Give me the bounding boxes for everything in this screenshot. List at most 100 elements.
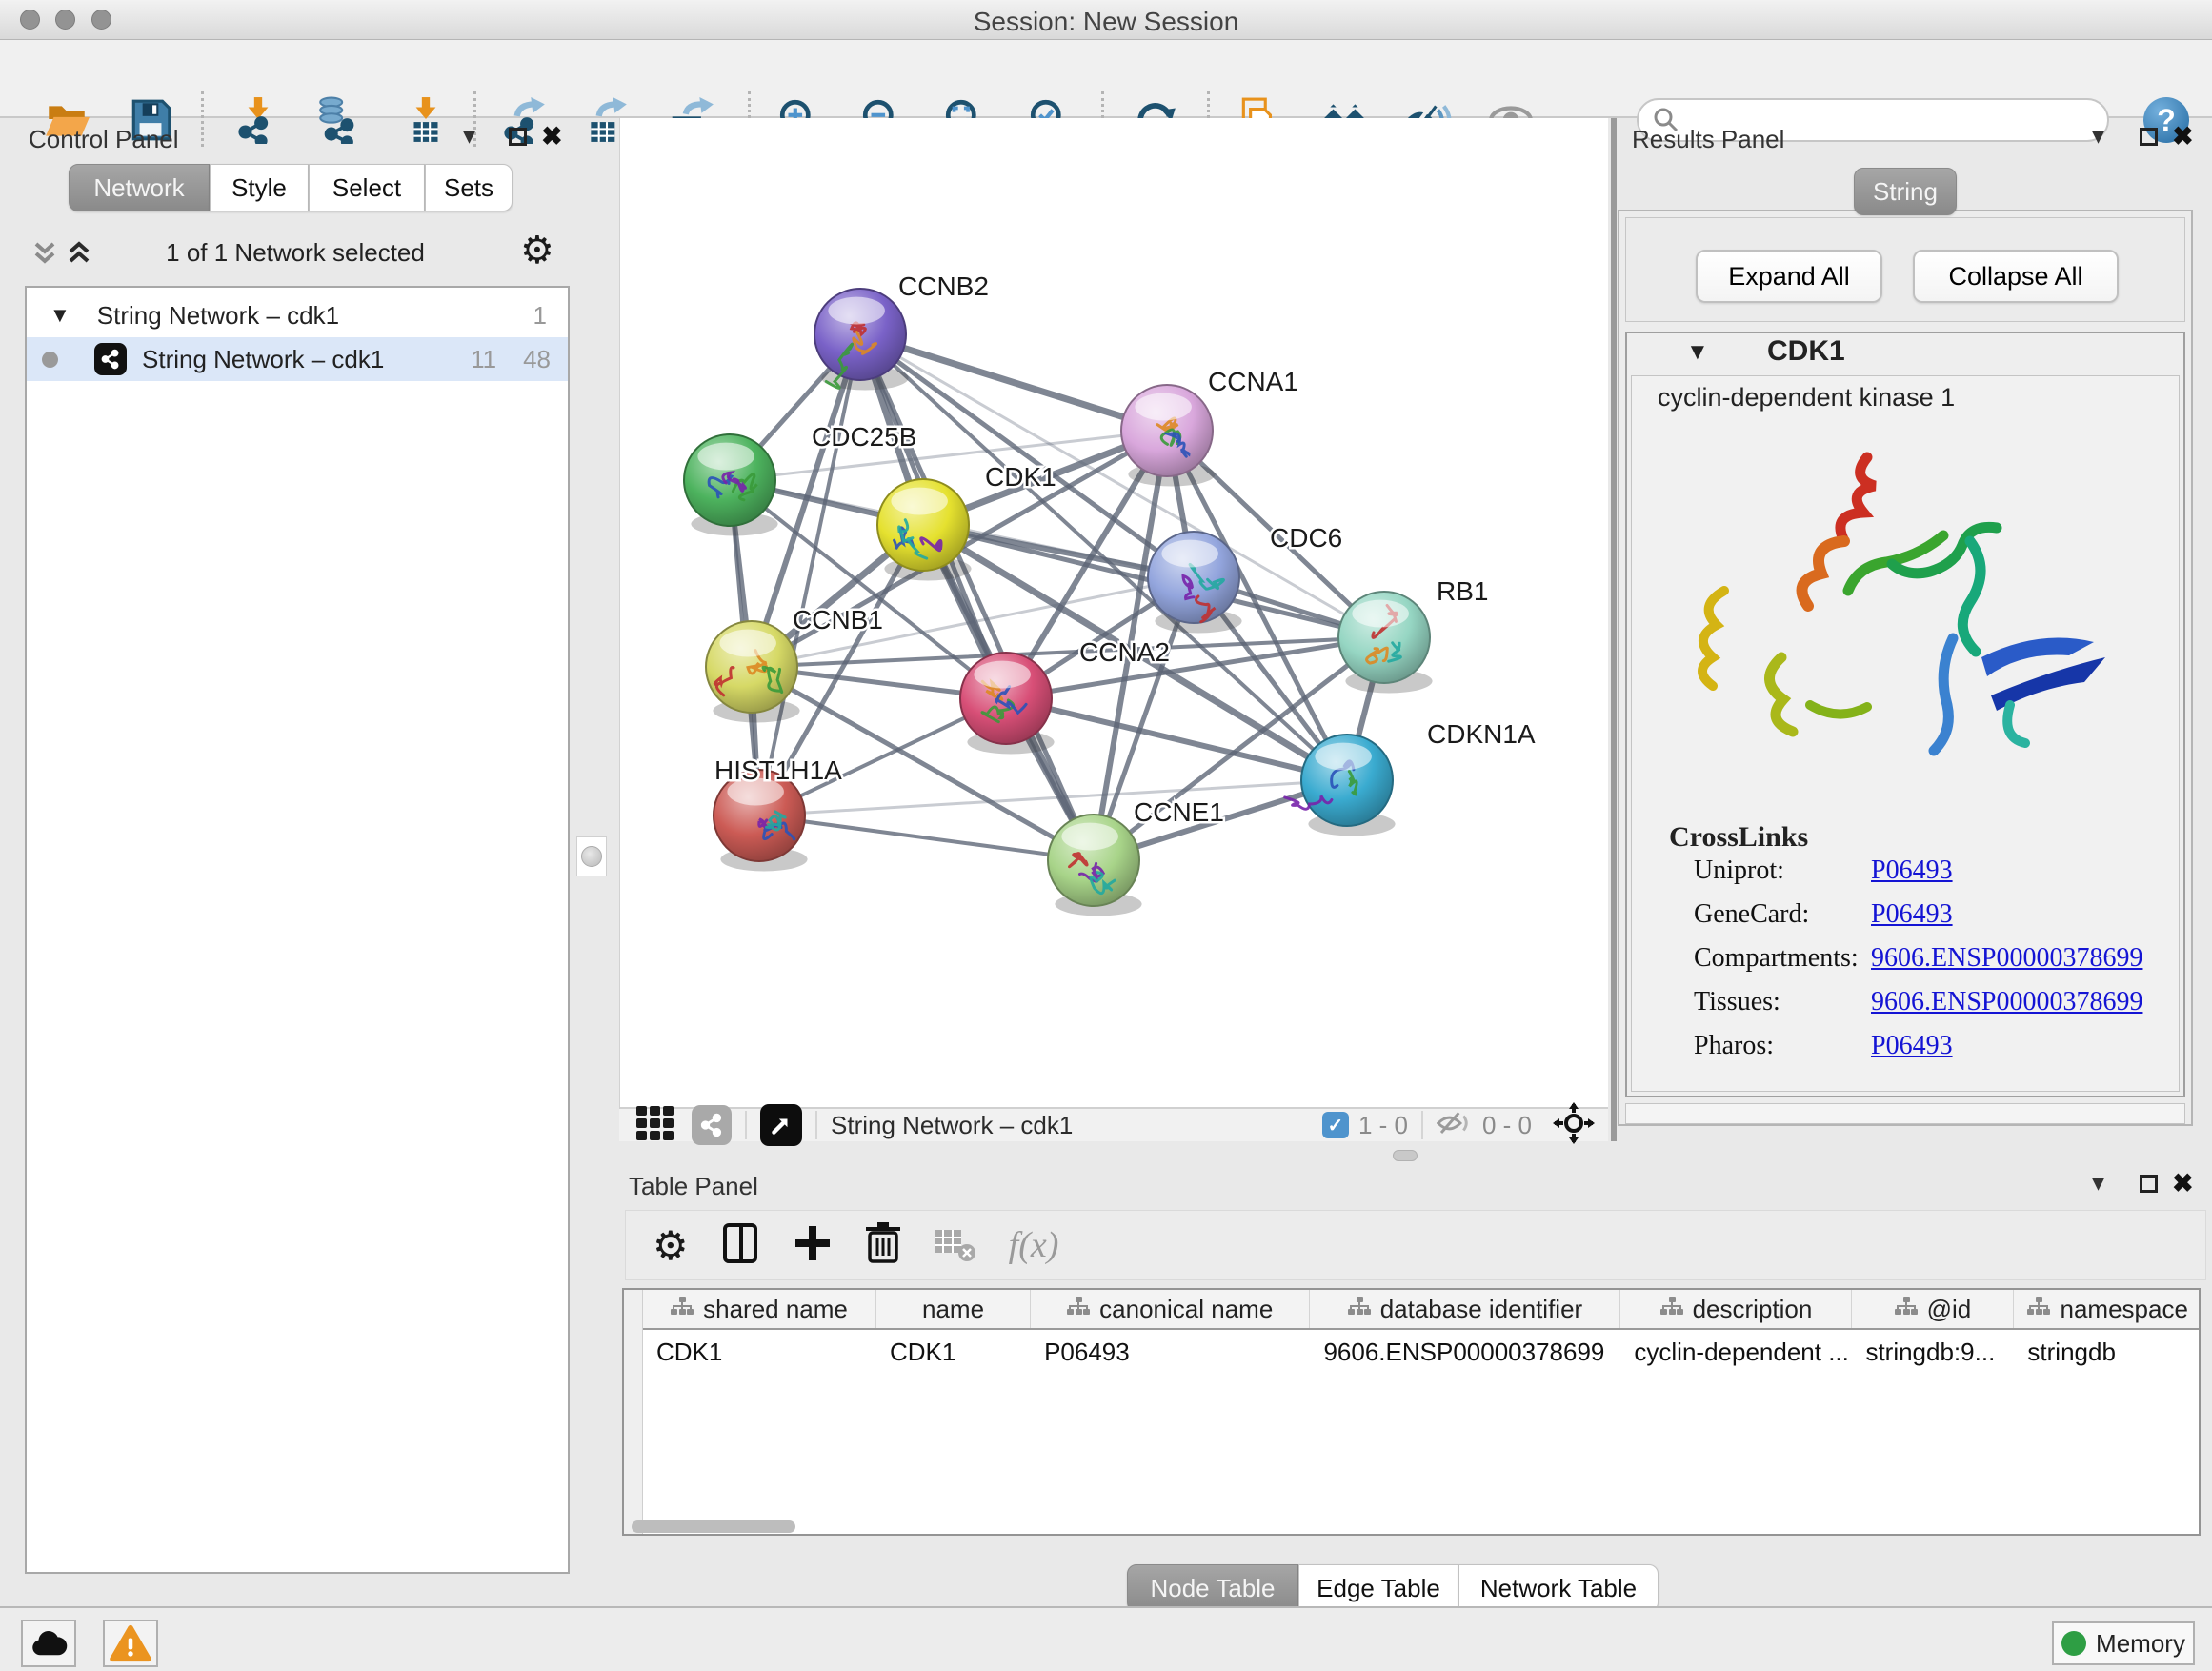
column-header-shared-name[interactable]: shared name: [643, 1290, 876, 1328]
results-divider[interactable]: [1611, 118, 1617, 1141]
tree-collapse-caret-icon[interactable]: ▼: [50, 303, 70, 328]
crosslink-value-link[interactable]: 9606.ENSP00000378699: [1871, 987, 2142, 1017]
horizontal-divider-grip[interactable]: [1393, 1150, 1418, 1161]
add-column-icon[interactable]: [792, 1222, 834, 1269]
gene-card-caret-icon[interactable]: ▼: [1686, 339, 1709, 366]
table-cell[interactable]: 9606.ENSP00000378699: [1310, 1332, 1620, 1372]
network-node-CCNA1[interactable]: [1121, 385, 1216, 486]
show-columns-icon[interactable]: [719, 1221, 763, 1270]
crosslink-row: GeneCard: P06493: [1631, 899, 2164, 943]
tab-network[interactable]: Network: [69, 164, 210, 211]
import-table-icon[interactable]: [401, 95, 451, 145]
delete-table-icon[interactable]: [933, 1224, 976, 1267]
crosslink-row: Uniprot:P06493: [1631, 856, 2164, 899]
column-header-namespace[interactable]: namespace: [2014, 1290, 2201, 1328]
tab-node-table[interactable]: Node Table: [1127, 1564, 1298, 1612]
column-header--id[interactable]: @id: [1852, 1290, 2014, 1328]
control-panel-title: Control Panel: [29, 125, 179, 154]
cloud-icon: [29, 1628, 69, 1659]
table-cell[interactable]: CDK1: [876, 1332, 1031, 1372]
network-node-CCNB1[interactable]: [706, 621, 800, 722]
table-cell[interactable]: stringdb: [2014, 1332, 2201, 1372]
table-cell[interactable]: P06493: [1031, 1332, 1310, 1372]
selected-checkbox-icon[interactable]: ✓: [1322, 1112, 1349, 1138]
results-panel-float-icon[interactable]: [2140, 128, 2158, 146]
crosslink-label: GeneCard:: [1694, 899, 1809, 930]
column-header-database-identifier[interactable]: database identifier: [1310, 1290, 1620, 1328]
crosslink-value-link[interactable]: P06493: [1871, 899, 1953, 930]
delete-column-icon[interactable]: [862, 1221, 904, 1270]
cloud-status-button[interactable]: [21, 1620, 76, 1667]
table-hscrollbar-thumb[interactable]: [632, 1520, 795, 1533]
network-node-CCNA2[interactable]: [960, 653, 1055, 754]
network-row-selected[interactable]: String Network – cdk1 11 48: [27, 337, 568, 381]
fit-content-crosshair-icon[interactable]: [1553, 1102, 1595, 1149]
table-tabs: Node TableEdge TableNetwork Table: [1127, 1564, 1659, 1612]
crosslink-label: Compartments:: [1694, 943, 1859, 974]
network-collection-row[interactable]: ▼ String Network – cdk1 1: [27, 293, 568, 337]
protein-structure-image: [1667, 419, 2162, 800]
collapse-all-tree-icon[interactable]: [63, 236, 95, 273]
toolbar-separator: [815, 1111, 817, 1139]
selected-node-edge-counts: 1 - 0: [1358, 1111, 1408, 1140]
import-network-from-database-icon[interactable]: [313, 95, 363, 145]
status-bar: [0, 1606, 2212, 1671]
results-panel-close-icon[interactable]: ✖: [2172, 122, 2194, 151]
control-panel-float-icon[interactable]: [509, 128, 527, 146]
column-header-name[interactable]: name: [876, 1290, 1031, 1328]
tree-hierarchy-icon: [2027, 1295, 2050, 1324]
network-node-CCNE1[interactable]: [1048, 815, 1142, 916]
tab-select[interactable]: Select: [309, 164, 425, 211]
grid-view-icon[interactable]: [634, 1102, 676, 1149]
table-panel-close-icon[interactable]: ✖: [2172, 1169, 2194, 1198]
network-node-RB1[interactable]: [1338, 592, 1433, 693]
results-panel-menu-icon[interactable]: ▾: [2092, 121, 2104, 151]
node-label-CCNB2: CCNB2: [898, 272, 989, 301]
table-cell[interactable]: cyclin-dependent ...: [1620, 1332, 1852, 1372]
node-table: shared namenamecanonical namedatabase id…: [622, 1288, 2201, 1536]
tree-hierarchy-icon: [671, 1295, 694, 1324]
import-network-icon[interactable]: [233, 95, 283, 145]
network-node-CDK1[interactable]: [877, 479, 972, 580]
network-node-CDC25B[interactable]: [684, 434, 778, 535]
table-panel-menu-icon[interactable]: ▾: [2092, 1168, 2104, 1198]
table-row[interactable]: CDK1CDK1P064939606.ENSP00000378699cyclin…: [643, 1332, 2201, 1372]
collapse-all-button[interactable]: Collapse All: [1913, 250, 2119, 303]
table-panel-float-icon[interactable]: [2140, 1175, 2158, 1193]
table-cell[interactable]: stringdb:9...: [1852, 1332, 2014, 1372]
memory-status-button[interactable]: Memory: [2052, 1621, 2195, 1665]
tab-string[interactable]: String: [1854, 168, 1957, 215]
memory-label: Memory: [2096, 1629, 2185, 1659]
crosslink-value-link[interactable]: P06493: [1871, 856, 1953, 886]
share-view-icon[interactable]: [692, 1105, 732, 1145]
tree-hierarchy-icon: [1895, 1295, 1918, 1324]
warning-status-button[interactable]: [103, 1620, 158, 1667]
left-divider-grip[interactable]: [576, 836, 607, 876]
node-label-RB1: RB1: [1437, 576, 1488, 606]
function-builder-icon[interactable]: f(x): [1009, 1224, 1059, 1266]
column-header-canonical-name[interactable]: canonical name: [1031, 1290, 1310, 1328]
expand-all-button[interactable]: Expand All: [1696, 250, 1882, 303]
crosslink-value-link[interactable]: 9606.ENSP00000378699: [1871, 943, 2142, 974]
birdseye-view-icon[interactable]: [760, 1104, 802, 1146]
network-node-CDC6[interactable]: [1148, 532, 1242, 633]
tab-network-table[interactable]: Network Table: [1458, 1564, 1659, 1612]
column-header-description[interactable]: description: [1620, 1290, 1852, 1328]
control-panel-menu-icon[interactable]: ▾: [463, 121, 475, 151]
crosslink-value-link[interactable]: P06493: [1871, 1031, 1953, 1061]
tab-edge-table[interactable]: Edge Table: [1298, 1564, 1458, 1612]
network-type-icon: [94, 343, 127, 375]
tree-hierarchy-icon: [1660, 1295, 1683, 1324]
hidden-eye-icon[interactable]: [1437, 1108, 1475, 1143]
table-cell[interactable]: CDK1: [643, 1332, 876, 1372]
network-graph[interactable]: CCNB2CCNA1CDC25BCDK1CDC6RB1CCNB1CCNA2CDK…: [619, 118, 1608, 1107]
control-panel-close-icon[interactable]: ✖: [541, 122, 563, 151]
main-toolbar: ?: [0, 40, 2212, 118]
network-node-CCNB2[interactable]: [814, 289, 909, 390]
tab-sets[interactable]: Sets: [425, 164, 513, 211]
column-header-label: @id: [1927, 1295, 1972, 1324]
expand-all-tree-icon[interactable]: [29, 236, 61, 273]
table-options-gear-icon[interactable]: ⚙: [653, 1222, 689, 1269]
tab-style[interactable]: Style: [210, 164, 309, 211]
network-options-gear-icon[interactable]: ⚙: [520, 229, 554, 272]
